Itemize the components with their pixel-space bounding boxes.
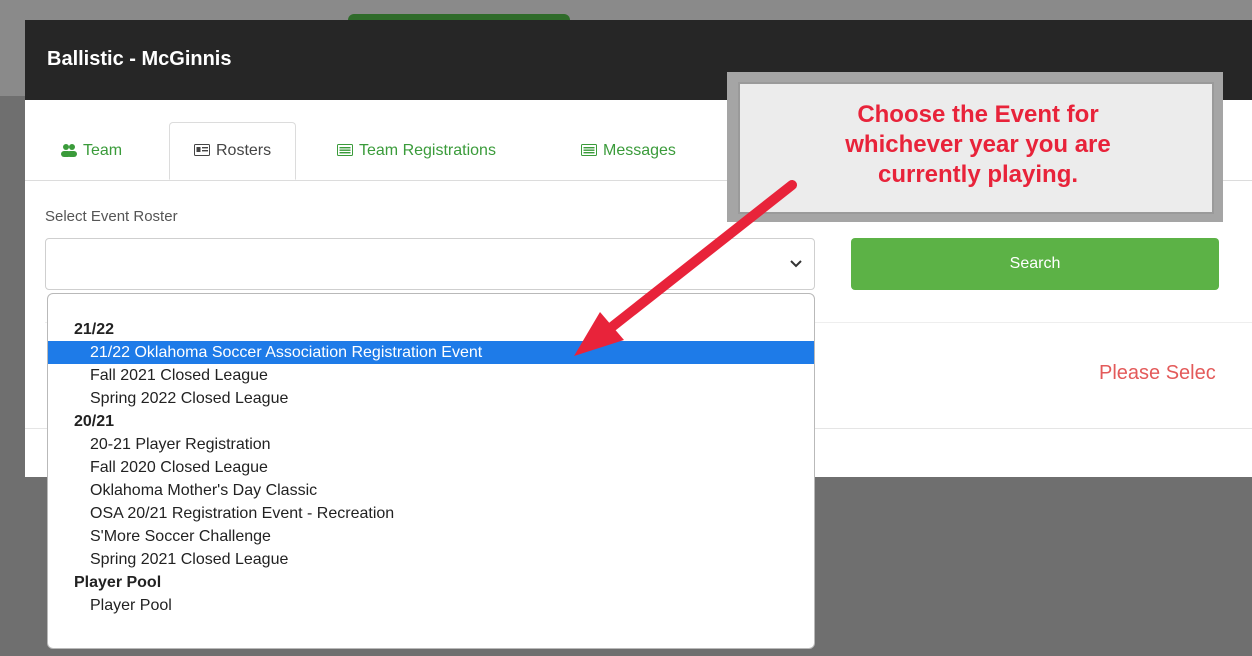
dropdown-option[interactable]: 21/22 Oklahoma Soccer Association Regist… [48,341,814,364]
list-icon [581,143,597,159]
event-roster-select[interactable] [45,238,815,290]
chevron-down-icon [790,255,802,271]
dropdown-option[interactable]: Oklahoma Mother's Day Classic [48,479,814,502]
select-event-roster-label: Select Event Roster [45,208,178,225]
id-card-icon [194,143,210,159]
tab-team[interactable]: Team [45,122,138,180]
dropdown-option[interactable]: S'More Soccer Challenge [48,525,814,548]
dropdown-option[interactable]: OSA 20/21 Registration Event - Recreatio… [48,502,814,525]
callout-line-1: Choose the Event for [857,101,1099,128]
instruction-callout: Choose the Event for whichever year you … [738,82,1214,214]
event-roster-dropdown-list[interactable]: 21/22 21/22 Oklahoma Soccer Association R… [47,293,815,649]
list-icon [337,143,353,159]
users-icon [61,143,77,160]
search-button[interactable]: Search [851,238,1219,290]
please-select-message: Please Selec [1099,362,1216,384]
dropdown-option[interactable]: Spring 2021 Closed League [48,548,814,571]
callout-line-2: whichever year you are [845,131,1111,158]
callout-text: Choose the Event for whichever year you … [750,100,1206,190]
tab-team-registrations[interactable]: Team Registrations [313,122,520,180]
dropdown-option[interactable]: Fall 2021 Closed League [48,364,814,387]
dropdown-group-header: Player Pool [74,574,162,591]
tab-team-label: Team [83,142,123,159]
dropdown-option[interactable]: Fall 2020 Closed League [48,456,814,479]
tab-rosters-label: Rosters [216,142,272,159]
tab-messages[interactable]: Messages [557,122,700,180]
callout-line-3: currently playing. [877,161,1079,188]
modal-title: Ballistic - McGinnis [47,48,232,70]
dropdown-group-header: 21/22 [74,321,115,338]
tab-rosters[interactable]: Rosters [169,122,297,180]
tab-messages-label: Messages [603,142,676,159]
tab-team-registrations-label: Team Registrations [359,142,496,159]
dropdown-option[interactable]: 20-21 Player Registration [48,433,814,456]
dropdown-option[interactable]: Player Pool [48,594,814,617]
dropdown-group-header: 20/21 [74,413,115,430]
dropdown-option[interactable]: Spring 2022 Closed League [48,387,814,410]
